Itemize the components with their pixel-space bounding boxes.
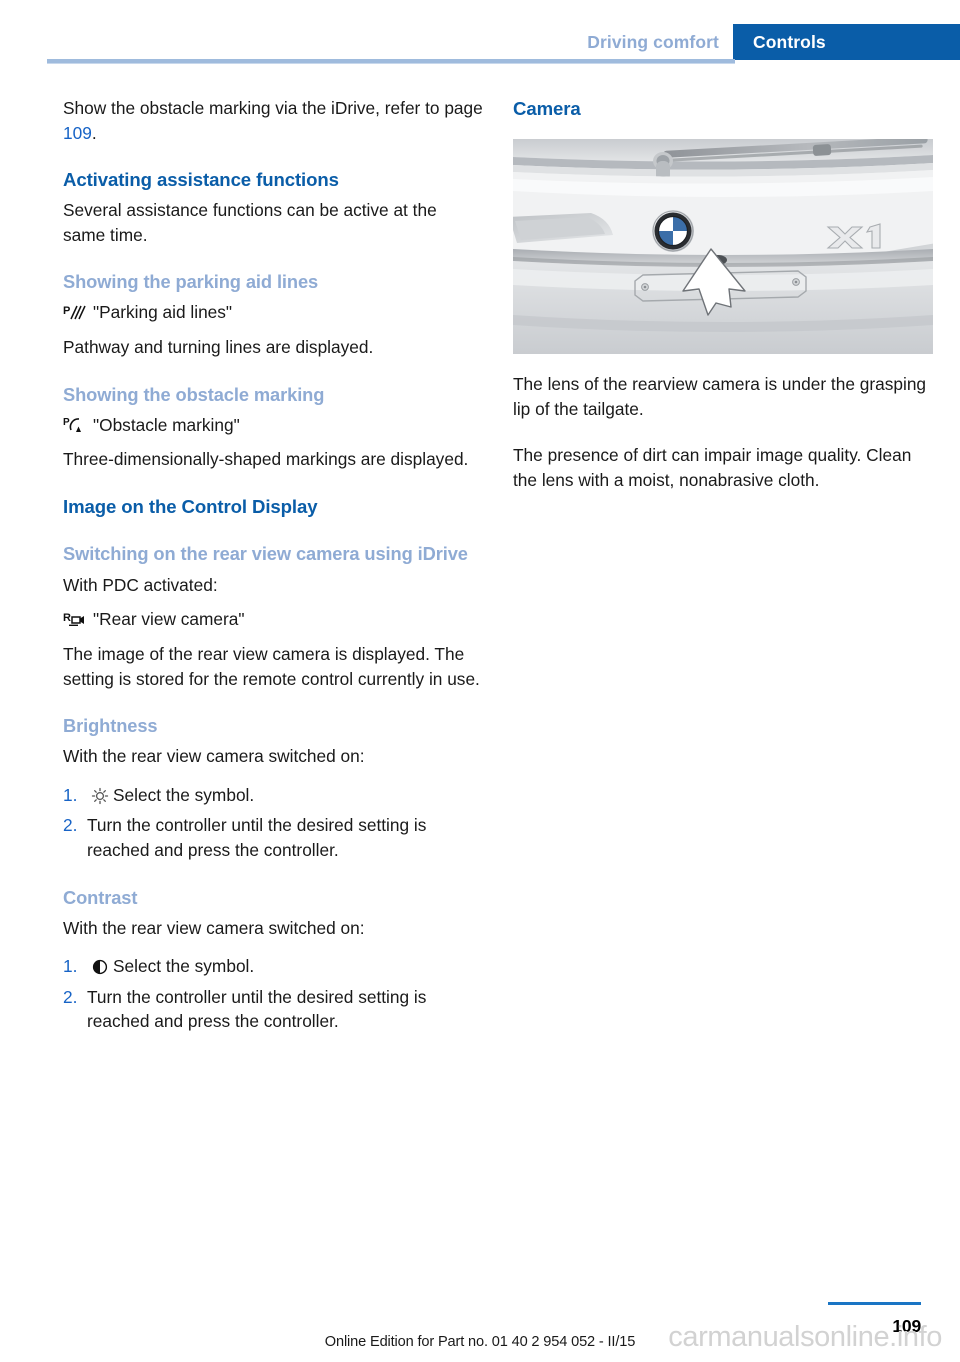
list-item: 1. Select the symbol. bbox=[63, 954, 483, 979]
parking-aid-lines-icon: P bbox=[63, 300, 93, 325]
bmw-roundel-badge bbox=[652, 210, 694, 252]
heading-showing-obstacle-marking: Showing the obstacle marking bbox=[63, 383, 325, 405]
header-breadcrumb-tabs: Driving comfort Controls bbox=[569, 24, 960, 60]
paragraph-rear-view-camera-image: The image of the rear view camera is dis… bbox=[63, 643, 480, 689]
menu-entry-label: "Rear view camera" bbox=[93, 609, 245, 630]
list-item-text: Select the symbol. bbox=[113, 956, 255, 977]
list-number: 1. bbox=[63, 784, 78, 805]
heading-image-on-control-display: Image on the Control Display bbox=[63, 495, 318, 517]
paragraph-parking-aid-lines: Pathway and turning lines are displayed. bbox=[63, 336, 374, 357]
bmw-x1-tailgate-camera-photo bbox=[513, 139, 933, 354]
list-number: 1. bbox=[63, 956, 78, 977]
breadcrumb-chapter-controls: Controls bbox=[733, 24, 960, 60]
right-text-column: Camera The lens of the rearview camera i… bbox=[513, 96, 933, 492]
heading-brightness: Brightness bbox=[63, 715, 158, 737]
heading-contrast: Contrast bbox=[63, 886, 138, 908]
heading-showing-parking-aid-lines: Showing the parking aid lines bbox=[63, 271, 319, 293]
menu-entry-rear-view-camera[interactable]: R "Rear view camera" bbox=[63, 607, 483, 632]
header-rule-thin bbox=[47, 63, 735, 64]
list-item: 2. Turn the controller until the desired… bbox=[63, 813, 483, 862]
footer-rule bbox=[828, 1302, 921, 1305]
paragraph-obstacle-marking: Three-dimensionally-shaped markings are … bbox=[63, 449, 469, 470]
list-item-text: Select the symbol. bbox=[113, 784, 255, 805]
svg-text:R: R bbox=[63, 612, 71, 624]
list-item: 2. Turn the controller until the desired… bbox=[63, 985, 483, 1034]
intro-paragraph: Show the obstacle marking via the iDrive… bbox=[63, 96, 483, 145]
obstacle-marking-icon: P bbox=[63, 413, 93, 438]
page-reference-link[interactable]: 109 bbox=[63, 123, 92, 143]
list-item-body: Select the symbol. bbox=[87, 954, 483, 979]
paragraph-camera-lens-location: The lens of the rearview camera is under… bbox=[513, 374, 927, 419]
brightness-sun-icon bbox=[87, 786, 113, 806]
contrast-halfcircle-icon bbox=[87, 957, 113, 977]
tailgate-illustration bbox=[513, 139, 933, 354]
breadcrumb-section-driving-comfort: Driving comfort bbox=[569, 24, 733, 60]
list-number: 2. bbox=[63, 815, 78, 836]
svg-text:P: P bbox=[63, 417, 70, 428]
svg-text:P: P bbox=[63, 305, 70, 317]
menu-entry-label: "Obstacle marking" bbox=[93, 414, 240, 435]
left-text-column: Show the obstacle marking via the iDrive… bbox=[63, 96, 483, 1034]
footer-edition-note: Online Edition for Part no. 01 40 2 954 … bbox=[324, 1334, 636, 1350]
intro-text-after-link: . bbox=[91, 122, 97, 143]
intro-text-before-link: Show the obstacle marking via the iDrive… bbox=[63, 98, 483, 118]
heading-activating-assistance-functions: Activating assistance functions bbox=[63, 169, 339, 191]
list-item-text: Turn the controller until the desired se… bbox=[87, 815, 427, 860]
paragraph-activating-assistance: Several assistance functions can be acti… bbox=[63, 200, 437, 245]
paragraph-with-pdc-activated: With PDC activated: bbox=[63, 574, 218, 595]
paragraph-camera-cleaning: The presence of dirt can impair image qu… bbox=[513, 445, 912, 490]
heading-camera: Camera bbox=[513, 98, 581, 119]
paragraph-contrast-intro: With the rear view camera switched on: bbox=[63, 917, 365, 938]
rear-view-camera-icon: R bbox=[63, 607, 93, 632]
page-header: Driving comfort Controls bbox=[0, 0, 960, 64]
menu-entry-obstacle-marking[interactable]: P "Obstacle marking" bbox=[63, 413, 483, 438]
menu-entry-label: "Parking aid lines" bbox=[93, 302, 233, 323]
list-item-body: Select the symbol. bbox=[87, 783, 483, 808]
heading-switching-on-rear-view-camera: Switching on the rear view camera using … bbox=[63, 542, 468, 564]
paragraph-brightness-intro: With the rear view camera switched on: bbox=[63, 746, 365, 767]
list-item-text: Turn the controller until the desired se… bbox=[87, 986, 427, 1032]
menu-entry-parking-aid-lines[interactable]: P "Parking aid lines" bbox=[63, 300, 483, 325]
list-item: 1. Select the symbol. bbox=[63, 783, 483, 808]
list-number: 2. bbox=[63, 986, 78, 1007]
